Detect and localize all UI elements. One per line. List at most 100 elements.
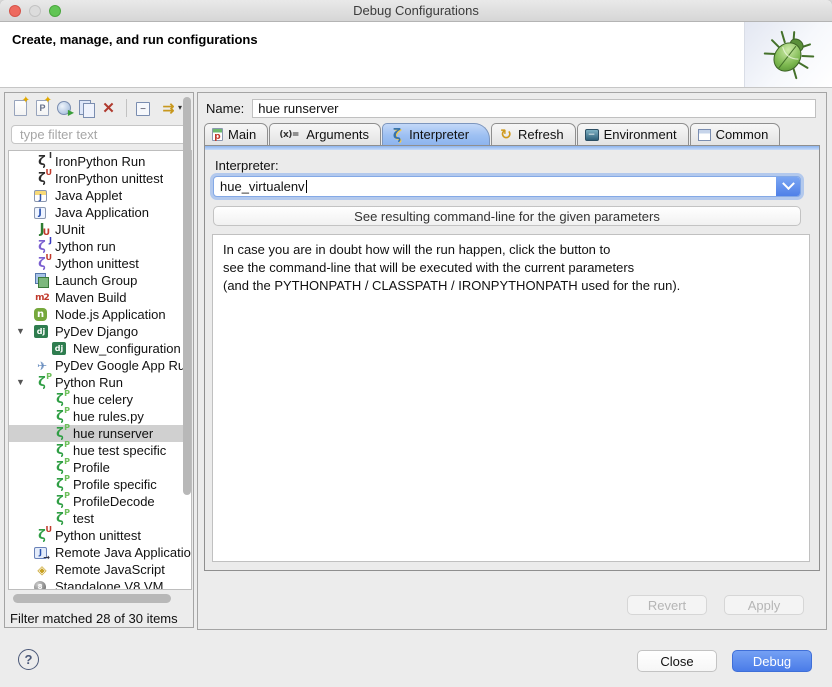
tree-item-label: Remote JavaScript: [55, 562, 165, 577]
vertical-scrollbar[interactable]: [183, 97, 191, 495]
tab-environment[interactable]: Environment: [577, 123, 689, 145]
tree-item-label: Standalone V8 VM: [55, 579, 163, 590]
tree-item-label: hue rules.py: [73, 409, 144, 424]
tree-item[interactable]: Profile specific: [9, 476, 191, 493]
delete-config-icon[interactable]: [98, 98, 119, 118]
tree-item[interactable]: New_configuration: [9, 340, 191, 357]
help-button[interactable]: ?: [18, 649, 39, 670]
tree-item[interactable]: Maven Build: [9, 289, 191, 306]
tree-item[interactable]: Jython unittest: [9, 255, 191, 272]
django-icon: [52, 342, 66, 355]
launch-config-sidebar: IronPython RunIronPython unittest Java Ap…: [4, 92, 194, 628]
tree-item-label: Launch Group: [55, 273, 137, 288]
window-title: Debug Configurations: [353, 3, 479, 18]
tree-item[interactable]: Launch Group: [9, 272, 191, 289]
tree-item[interactable]: Node.js Application: [9, 306, 191, 323]
tree-item[interactable]: ProfileDecode: [9, 493, 191, 510]
tree-item-label: IronPython unittest: [55, 171, 163, 186]
python-config-icon: [52, 477, 68, 492]
tab-arguments[interactable]: Arguments: [269, 123, 381, 145]
tab-main[interactable]: Main: [204, 123, 268, 145]
tree-item[interactable]: test: [9, 510, 191, 527]
zoom-window-icon[interactable]: [49, 5, 61, 17]
interpreter-tab-icon: [390, 128, 404, 142]
close-window-icon[interactable]: [9, 5, 21, 17]
tree-item-label: Profile specific: [73, 477, 157, 492]
tree-item-label: Python unittest: [55, 528, 141, 543]
see-command-line-button[interactable]: See resulting command-line for the given…: [213, 206, 801, 226]
tree-item-label: Java Applet: [55, 188, 122, 203]
minimize-window-icon[interactable]: [29, 5, 41, 17]
tab-label: Common: [716, 127, 769, 142]
tree-item-label: ProfileDecode: [73, 494, 155, 509]
filter-input[interactable]: [11, 125, 188, 144]
name-input[interactable]: [252, 99, 816, 118]
collapse-all-icon[interactable]: [133, 98, 154, 118]
main-tab-icon: [212, 128, 223, 141]
v8-icon: [34, 581, 46, 591]
tab-selection-strip: [205, 146, 819, 150]
revert-button[interactable]: Revert: [627, 595, 707, 615]
tab-label: Interpreter: [409, 127, 469, 142]
expander-icon[interactable]: ▼: [16, 326, 25, 336]
tree-item-label: Profile: [73, 460, 110, 475]
tree-item[interactable]: Profile: [9, 459, 191, 476]
filter-config-icon[interactable]: [155, 98, 182, 118]
launch-group-icon: [34, 273, 50, 288]
tree-item[interactable]: JUnit: [9, 221, 191, 238]
tree-item[interactable]: ▼PyDev Django: [9, 323, 191, 340]
interpreter-combo[interactable]: hue_virtualenv: [213, 176, 801, 197]
tree-item[interactable]: hue rules.py: [9, 408, 191, 425]
tab-content: Interpreter: hue_virtualenv See resultin…: [204, 145, 820, 571]
config-tree[interactable]: IronPython RunIronPython unittest Java Ap…: [8, 150, 192, 590]
jython-unittest-icon: [34, 256, 50, 271]
page-title: Create, manage, and run configurations: [12, 32, 258, 47]
tree-item[interactable]: Python unittest: [9, 527, 191, 544]
tab-label: Main: [228, 127, 256, 142]
tree-item[interactable]: Java Application: [9, 204, 191, 221]
apply-button[interactable]: Apply: [724, 595, 804, 615]
horizontal-scrollbar[interactable]: [13, 594, 171, 603]
python-config-icon: [52, 409, 68, 424]
chevron-down-icon[interactable]: [776, 177, 800, 196]
tab-interpreter[interactable]: Interpreter: [382, 123, 490, 145]
tree-item[interactable]: hue test specific: [9, 442, 191, 459]
duplicate-config-icon[interactable]: [76, 98, 97, 118]
tree-item[interactable]: IronPython Run: [9, 153, 191, 170]
python-config-icon: [52, 460, 68, 475]
close-button[interactable]: Close: [637, 650, 717, 672]
name-label: Name:: [206, 101, 244, 116]
python-config-icon: [52, 494, 68, 509]
tree-item[interactable]: hue celery: [9, 391, 191, 408]
remote-java-icon: [34, 547, 47, 559]
python-unittest-icon: [34, 528, 50, 543]
tree-item[interactable]: Remote JavaScript: [9, 561, 191, 578]
python-config-icon: [52, 443, 68, 458]
tree-item[interactable]: IronPython unittest: [9, 170, 191, 187]
tree-item-label: Remote Java Application: [55, 545, 191, 560]
tree-item[interactable]: hue runserver: [9, 425, 191, 442]
jython-icon: [34, 239, 50, 254]
tab-bar: Main Arguments Interpreter RefreshEnvironme…: [204, 123, 820, 145]
tree-item[interactable]: Standalone V8 VM: [9, 578, 191, 590]
tree-item[interactable]: Java Applet: [9, 187, 191, 204]
tree-item[interactable]: Jython run: [9, 238, 191, 255]
new-config-icon[interactable]: [10, 98, 31, 118]
new-prototype-icon[interactable]: [32, 98, 53, 118]
interpreter-info-text: In case you are in doubt how will the ru…: [212, 234, 810, 562]
tree-item-label: Jython unittest: [55, 256, 139, 271]
tab-common[interactable]: Common: [690, 123, 781, 145]
tree-item-label: Java Application: [55, 205, 149, 220]
tree-item[interactable]: Remote Java Application: [9, 544, 191, 561]
export-config-icon[interactable]: [54, 98, 75, 118]
expander-icon[interactable]: ▼: [16, 377, 25, 387]
tree-item[interactable]: PyDev Google App Run: [9, 357, 191, 374]
titlebar[interactable]: Debug Configurations: [0, 0, 832, 22]
maven-icon: [34, 290, 50, 305]
tree-item[interactable]: ▼Python Run: [9, 374, 191, 391]
bug-banner: [744, 22, 832, 87]
config-detail-panel: Name: Main Arguments Interpreter RefreshEnv…: [197, 92, 827, 630]
debug-button[interactable]: Debug: [732, 650, 812, 672]
tab-refresh[interactable]: Refresh: [491, 123, 576, 145]
tree-item-label: PyDev Google App Run: [55, 358, 191, 373]
